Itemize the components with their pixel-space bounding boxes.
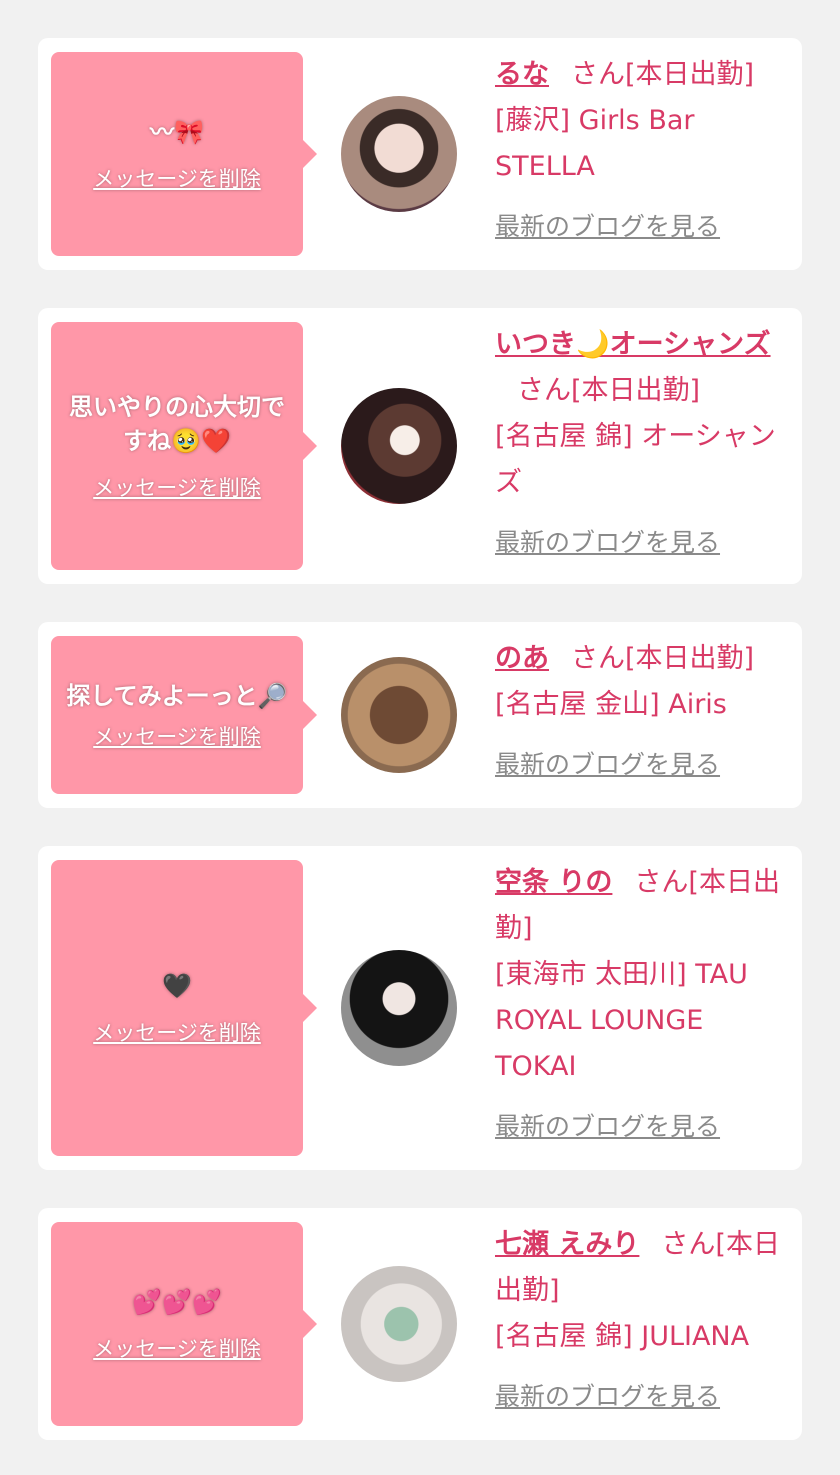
cast-info: いつき🌙オーシャンズさん[本日出勤] [名古屋 錦] オーシャンズ 最新のブログ… xyxy=(495,322,788,566)
avatar[interactable] xyxy=(341,657,457,773)
message-bubble: 探してみよーっと🔎 メッセージを削除 xyxy=(51,636,317,794)
cast-info: のあ さん[本日出勤] [名古屋 金山] Airis 最新のブログを見る xyxy=(495,636,788,788)
message-card: 💕💕💕 メッセージを削除 七瀬 えみり さん[本日出勤] [名古屋 錦] JULI… xyxy=(38,1208,802,1440)
cast-info: るな さん[本日出勤] [藤沢] Girls Bar STELLA 最新のブログを… xyxy=(495,52,788,250)
shop-area: [藤沢] Girls Bar STELLA xyxy=(495,105,695,182)
delete-message-link[interactable]: メッセージを削除 xyxy=(93,721,261,751)
avatar[interactable] xyxy=(341,1266,457,1382)
avatar[interactable] xyxy=(341,96,457,212)
cast-info: 空条 りの さん[本日出勤] [東海市 太田川] TAU ROYAL LOUNGE… xyxy=(495,860,788,1150)
message-card: 探してみよーっと🔎 メッセージを削除 のあ さん[本日出勤] [名古屋 金山] A… xyxy=(38,622,802,808)
shop-area: [名古屋 金山] Airis xyxy=(495,689,727,720)
cast-info: 七瀬 えみり さん[本日出勤] [名古屋 錦] JULIANA 最新のブログを見る xyxy=(495,1222,788,1420)
latest-blog-link[interactable]: 最新のブログを見る xyxy=(495,742,720,788)
message-text: 💕💕💕 xyxy=(132,1288,222,1316)
message-card: 🖤 メッセージを削除 空条 りの さん[本日出勤] [東海市 太田川] TAU R… xyxy=(38,846,802,1170)
delete-message-link[interactable]: メッセージを削除 xyxy=(93,472,261,502)
cast-name-link[interactable]: 空条 りの xyxy=(495,867,612,898)
message-text: 探してみよーっと🔎 xyxy=(66,682,288,710)
latest-blog-link[interactable]: 最新のブログを見る xyxy=(495,1374,720,1420)
message-text: 〰︎🎀 xyxy=(150,118,204,146)
message-bubble: 〰︎🎀 メッセージを削除 xyxy=(51,52,317,256)
latest-blog-link[interactable]: 最新のブログを見る xyxy=(495,204,720,250)
shop-area: [東海市 太田川] TAU ROYAL LOUNGE TOKAI xyxy=(495,959,748,1082)
delete-message-link[interactable]: メッセージを削除 xyxy=(93,163,261,193)
message-bubble: 💕💕💕 メッセージを削除 xyxy=(51,1222,317,1426)
status-text: さん[本日出勤] xyxy=(517,375,701,406)
cast-name-link[interactable]: いつき🌙オーシャンズ xyxy=(495,329,771,360)
message-text: 🖤 xyxy=(162,972,192,1000)
cast-name-link[interactable]: るな xyxy=(495,59,549,90)
avatar[interactable] xyxy=(341,950,457,1066)
delete-message-link[interactable]: メッセージを削除 xyxy=(93,1333,261,1363)
delete-message-link[interactable]: メッセージを削除 xyxy=(93,1017,261,1047)
avatar[interactable] xyxy=(341,388,457,504)
message-text: 思いやりの心大切ですね🥹❤️ xyxy=(69,393,285,455)
message-card: 思いやりの心大切ですね🥹❤️ メッセージを削除 いつき🌙オーシャンズさん[本日出… xyxy=(38,308,802,584)
status-text: さん[本日出勤] xyxy=(571,643,755,674)
message-bubble: 🖤 メッセージを削除 xyxy=(51,860,317,1156)
cast-name-link[interactable]: 七瀬 えみり xyxy=(495,1229,639,1260)
status-text: さん[本日出勤] xyxy=(571,59,755,90)
latest-blog-link[interactable]: 最新のブログを見る xyxy=(495,520,720,566)
message-card: 〰︎🎀 メッセージを削除 るな さん[本日出勤] [藤沢] Girls Bar S… xyxy=(38,38,802,270)
message-bubble: 思いやりの心大切ですね🥹❤️ メッセージを削除 xyxy=(51,322,317,570)
shop-area: [名古屋 錦] オーシャンズ xyxy=(495,421,776,498)
latest-blog-link[interactable]: 最新のブログを見る xyxy=(495,1104,720,1150)
shop-area: [名古屋 錦] JULIANA xyxy=(495,1321,750,1352)
cast-name-link[interactable]: のあ xyxy=(495,643,549,674)
